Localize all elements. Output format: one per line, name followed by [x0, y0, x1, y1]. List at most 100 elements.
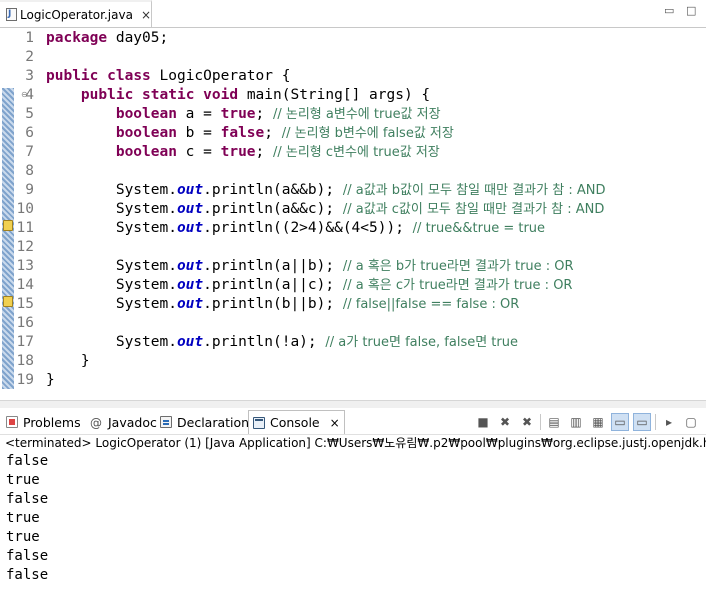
code-token: b =	[176, 125, 221, 141]
code-line[interactable]: 11 System.out.println((2>4)&&(4<5)); // …	[14, 219, 546, 238]
code-token: System.	[46, 182, 177, 198]
word-wrap-icon[interactable]: ▦	[589, 413, 607, 431]
code-token: ;	[255, 106, 273, 122]
declaration-icon	[160, 416, 172, 428]
code-token: }	[46, 372, 55, 388]
console-status-line: <terminated> LogicOperator (1) [Java App…	[5, 436, 706, 450]
tab-label: Problems	[23, 414, 81, 430]
keyword-token: false	[220, 125, 265, 141]
code-line[interactable]: 4 public static void main(String[] args)…	[14, 86, 430, 105]
code-line[interactable]: 2	[14, 48, 46, 67]
code-line[interactable]: 18 }	[14, 352, 90, 371]
show-on-stderr-icon[interactable]: ▭	[633, 413, 651, 431]
warning-marker-icon[interactable]	[3, 296, 13, 307]
console-output-line: true	[6, 529, 40, 545]
console-output-line: true	[6, 472, 40, 488]
tab-label: Javadoc	[108, 414, 157, 430]
code-line[interactable]: 10 System.out.println(a&&c); // a값과 c값이 …	[14, 200, 605, 219]
code-line[interactable]: 16	[14, 314, 46, 333]
code-line[interactable]: 17 System.out.println(!a); // a가 true면 f…	[14, 333, 518, 352]
line-number: 7	[25, 144, 34, 160]
comment-token: // 논리형 b변수에 false값 저장	[281, 126, 454, 141]
comment-token: // 논리형 a변수에 true값 저장	[273, 107, 441, 122]
code-line[interactable]: 5 boolean a = true; // 논리형 a변수에 true값 저장	[14, 105, 441, 124]
tab-console[interactable]: Console ×	[248, 410, 345, 434]
line-number: 17	[16, 334, 34, 350]
code-line[interactable]: 15 System.out.println(b||b); // false||f…	[14, 295, 520, 314]
field-token: out	[176, 277, 204, 293]
javadoc-icon: @	[90, 416, 102, 430]
show-on-stdout-icon[interactable]: ▭	[611, 413, 629, 431]
code-line[interactable]: 6 boolean b = false; // 논리형 b변수에 false값 …	[14, 124, 454, 143]
minimize-icon[interactable]: ▭	[664, 4, 674, 17]
code-token: .println(a&&c);	[203, 201, 343, 217]
code-line[interactable]: 7 boolean c = true; // 논리형 c변수에 true값 저장	[14, 143, 440, 162]
keyword-token: public	[80, 87, 134, 103]
comment-token: // a값과 c값이 모두 참일 때만 결과가 참 : AND	[342, 202, 605, 217]
tab-problems[interactable]: Problems	[6, 412, 81, 432]
line-number: 10	[16, 201, 34, 217]
code-token: LogicOperator {	[150, 68, 291, 84]
warning-marker-icon[interactable]	[3, 220, 13, 231]
code-token: System.	[46, 277, 177, 293]
tab-declaration[interactable]: Declaration	[160, 412, 249, 432]
console-icon	[253, 416, 265, 429]
remove-all-launches-icon[interactable]: ✖	[518, 413, 536, 431]
keyword-token: boolean	[115, 125, 177, 141]
remove-launch-icon[interactable]: ✖	[496, 413, 514, 431]
display-console-icon[interactable]: ▢	[682, 413, 700, 431]
code-token: c =	[176, 144, 221, 160]
line-number: 4	[25, 87, 34, 103]
close-icon[interactable]: ×	[330, 416, 340, 430]
code-line[interactable]: 12	[14, 238, 46, 257]
scroll-lock-icon[interactable]: ▥	[567, 413, 585, 431]
code-line[interactable]: 13 System.out.println(a||b); // a 혹은 b가 …	[14, 257, 574, 276]
terminate-icon[interactable]: ■	[474, 413, 492, 431]
line-number: 1	[25, 30, 34, 46]
field-token: out	[176, 258, 204, 274]
clear-console-icon[interactable]: ▤	[545, 413, 563, 431]
code-line[interactable]: 8	[14, 162, 46, 181]
java-file-icon: J	[5, 7, 17, 22]
line-number: 8	[25, 163, 34, 179]
comment-token: // a값과 b값이 모두 참일 때만 결과가 참 : AND	[342, 183, 606, 198]
view-tab-bar: Problems @ Javadoc Declaration Console ×…	[0, 408, 706, 435]
code-line[interactable]: 19}	[14, 371, 55, 390]
keyword-token: class	[107, 68, 151, 84]
line-number: 9	[25, 182, 34, 198]
pin-console-icon[interactable]: ▸	[660, 413, 678, 431]
keyword-token: package	[46, 30, 108, 46]
line-number: 3	[25, 68, 34, 84]
code-line[interactable]: 9 System.out.println(a&&b); // a값과 b값이 모…	[14, 181, 605, 200]
console-output[interactable]: false true false true true false false	[6, 452, 48, 585]
comment-token: // a 혹은 c가 true라면 결과가 true : OR	[342, 278, 573, 293]
editor-tab-logicoperator[interactable]: J LogicOperator.java ×	[0, 0, 152, 27]
code-token: System.	[46, 296, 177, 312]
line-number: 14	[16, 277, 34, 293]
line-number: 12	[16, 239, 34, 255]
field-token: out	[176, 334, 204, 350]
code-editor[interactable]: ⊖ 1 package day05; 2 3 public class LogicOpe…	[0, 28, 706, 400]
code-token: .println(a||b);	[203, 258, 343, 274]
tab-label: Declaration	[177, 414, 250, 430]
problems-icon	[6, 416, 18, 428]
keyword-token: void	[203, 87, 239, 103]
field-token: out	[176, 296, 204, 312]
editor-tab-bar: J LogicOperator.java × ▭ □	[0, 0, 706, 28]
code-line[interactable]: 3 public class LogicOperator {	[14, 67, 290, 86]
console-output-line: false	[6, 548, 49, 564]
tab-javadoc[interactable]: @ Javadoc	[89, 412, 157, 432]
comment-token: // true&&true = true	[412, 221, 546, 236]
field-token: out	[176, 182, 204, 198]
field-token: out	[176, 201, 204, 217]
keyword-token: public	[46, 68, 99, 84]
code-token: System.	[46, 258, 177, 274]
console-output-line: false	[6, 567, 49, 583]
maximize-icon[interactable]: □	[686, 4, 696, 17]
close-icon[interactable]: ×	[141, 8, 151, 22]
code-line[interactable]: 14 System.out.println(a||c); // a 혹은 c가 …	[14, 276, 573, 295]
code-line[interactable]: 1 package day05;	[14, 29, 168, 48]
